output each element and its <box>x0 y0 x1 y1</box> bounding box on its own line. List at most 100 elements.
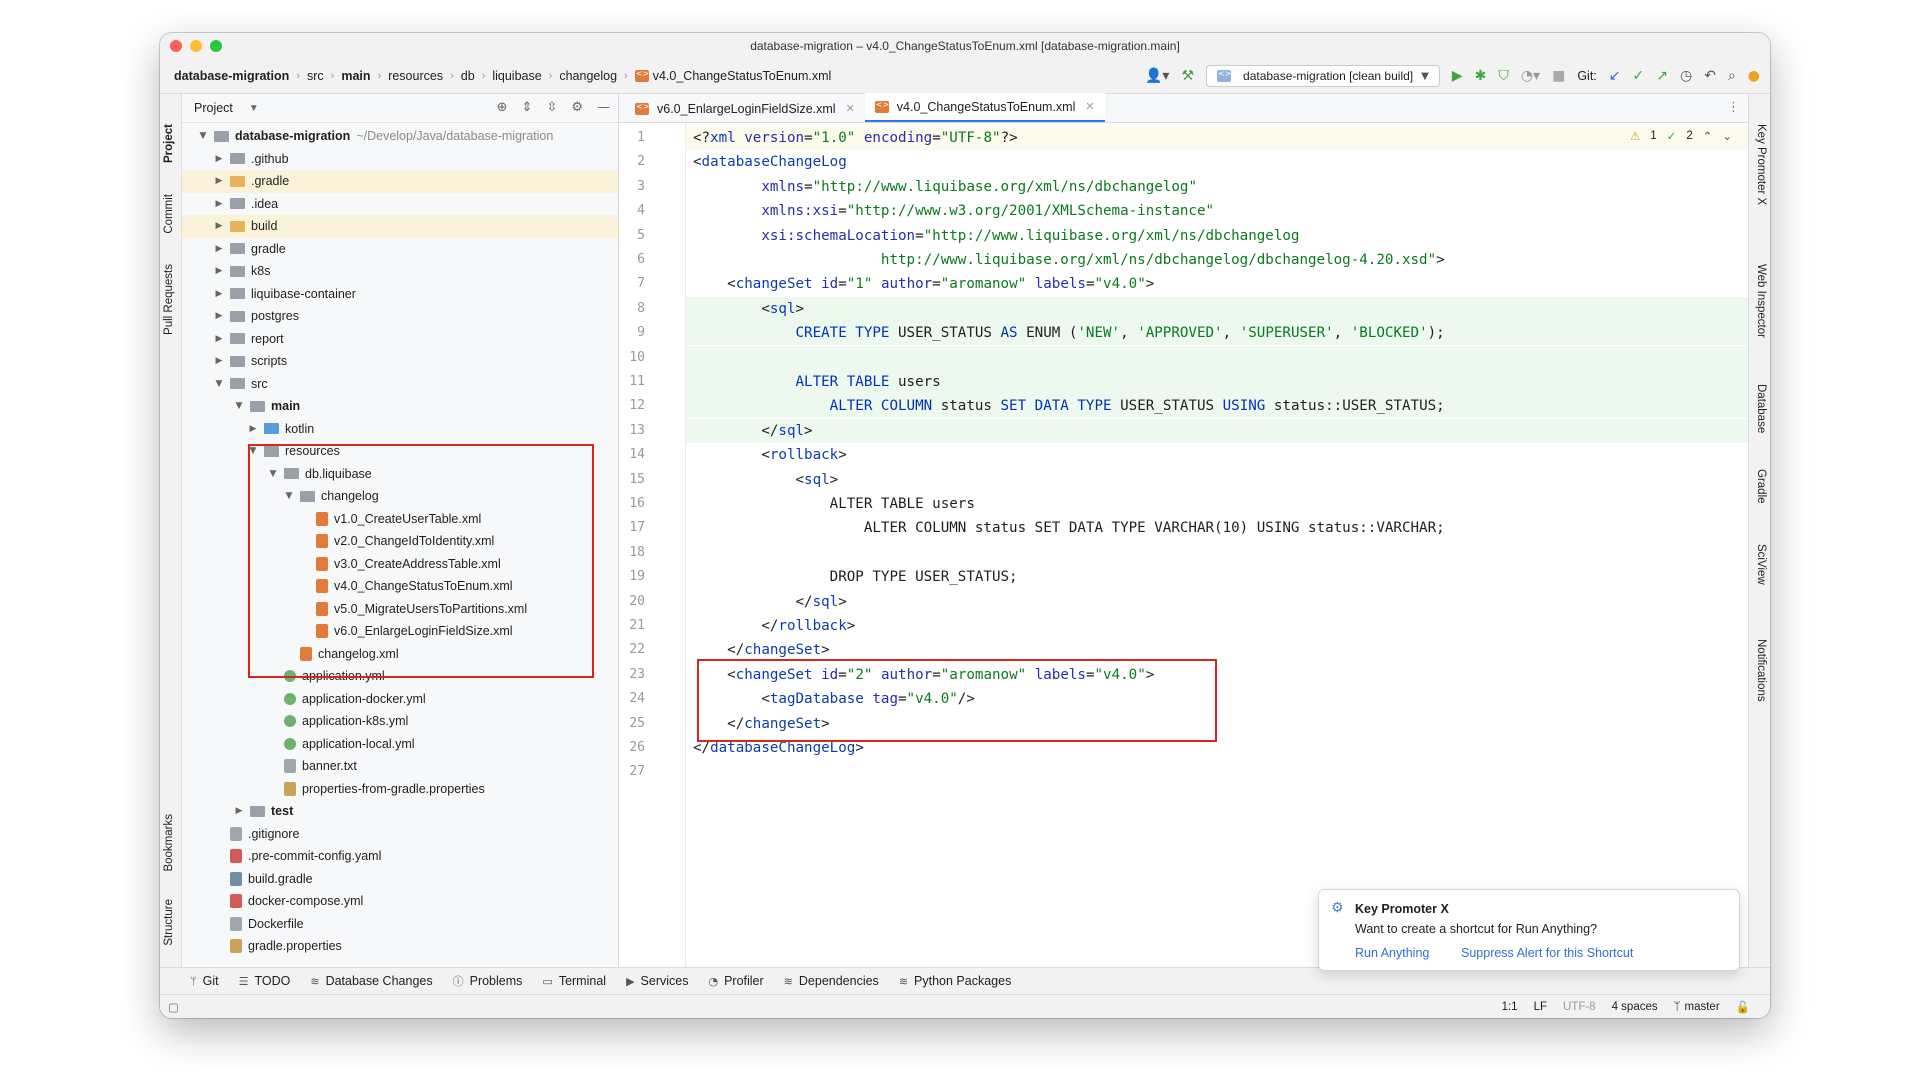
code-line[interactable]: http://www.liquibase.org/xml/ns/dbchange… <box>686 248 1748 272</box>
tree-item[interactable]: application-k8s.yml <box>182 710 618 733</box>
tree-item[interactable]: gradle.properties <box>182 935 618 958</box>
tool-window-sciview[interactable]: SciView <box>1755 544 1767 585</box>
tree-item[interactable]: ▶ .gradle <box>182 170 618 193</box>
code-line[interactable]: <rollback> <box>686 443 1748 467</box>
expand-all-icon[interactable]: ⇕ <box>522 100 533 115</box>
tool-window-notifications[interactable]: Notifications <box>1755 639 1767 702</box>
tree-item[interactable]: Dockerfile <box>182 913 618 936</box>
code-line[interactable]: <changeSet id="2" author="aromanow" labe… <box>686 663 1748 687</box>
code-line[interactable] <box>686 541 1748 565</box>
chevron-down-icon[interactable]: ▼ <box>196 131 210 141</box>
tree-item[interactable]: ▶ report <box>182 328 618 351</box>
code-line[interactable]: </changeSet> <box>686 638 1748 662</box>
history-icon[interactable]: ◷ <box>1680 68 1692 84</box>
chevron-down-icon[interactable]: ▼ <box>232 401 246 411</box>
line-separator[interactable]: LF <box>1534 1001 1547 1013</box>
tree-item[interactable]: v1.0_CreateUserTable.xml <box>182 508 618 531</box>
bottom-tab[interactable]: ▭ Terminal <box>542 974 606 988</box>
debug-icon[interactable]: ✱ <box>1475 68 1487 84</box>
code-line[interactable]: xsi:schemaLocation="http://www.liquibase… <box>686 224 1748 248</box>
tree-item[interactable]: ▼ database-migration ~/Develop/Java/databa… <box>182 125 618 148</box>
breadcrumb-item[interactable]: resources <box>388 69 443 83</box>
tool-window-key-promoter[interactable]: Key Promoter X <box>1755 124 1767 205</box>
tree-item[interactable]: ▶ postgres <box>182 305 618 328</box>
tree-item[interactable]: ▶ gradle <box>182 238 618 261</box>
chevron-right-icon[interactable]: ▶ <box>212 221 226 231</box>
chevron-right-icon[interactable]: ▶ <box>212 289 226 299</box>
tree-item[interactable]: application-docker.yml <box>182 688 618 711</box>
tree-item[interactable]: ▶ scripts <box>182 350 618 373</box>
git-push-icon[interactable]: ↗ <box>1656 68 1668 84</box>
tool-window-project[interactable]: Project <box>163 124 175 163</box>
chevron-down-icon[interactable]: ⌄ <box>1722 129 1732 143</box>
editor-tab[interactable]: v4.0_ChangeStatusToEnum.xml ✕ <box>864 93 1105 122</box>
tree-item[interactable]: ▼ changelog <box>182 485 618 508</box>
suppress-alert-link[interactable]: Suppress Alert for this Shortcut <box>1461 946 1633 960</box>
code-line[interactable]: </sql> <box>686 590 1748 614</box>
tool-window-gradle[interactable]: Gradle <box>1755 469 1767 504</box>
code-line[interactable]: ALTER COLUMN status SET DATA TYPE VARCHA… <box>686 516 1748 540</box>
breadcrumb-item[interactable]: db <box>461 69 475 83</box>
inspection-widget[interactable]: ⚠ 1 ✓ 2 ⌃ ⌄ <box>1630 129 1732 143</box>
bottom-tab[interactable]: ≋ Dependencies <box>784 974 879 988</box>
ide-update-icon[interactable]: ● <box>1748 68 1760 84</box>
chevron-right-icon[interactable]: ▶ <box>212 334 226 344</box>
tree-item[interactable]: changelog.xml <box>182 643 618 666</box>
chevron-right-icon[interactable]: ▶ <box>212 244 226 254</box>
run-icon[interactable]: ▶ <box>1452 68 1463 84</box>
run-configuration-select[interactable]: database-migration [clean build] ▼ <box>1206 65 1440 87</box>
tree-item[interactable]: ▼ db.liquibase <box>182 463 618 486</box>
close-icon[interactable]: ✕ <box>1085 100 1094 113</box>
chevron-up-icon[interactable]: ⌃ <box>1703 129 1713 143</box>
tree-item[interactable]: ▶ .github <box>182 148 618 171</box>
breadcrumb-item[interactable]: changelog <box>559 69 617 83</box>
code-line[interactable]: xmlns:xsi="http://www.w3.org/2001/XMLSch… <box>686 199 1748 223</box>
coverage-icon[interactable]: ⛉ <box>1498 68 1509 84</box>
tree-item[interactable]: v6.0_EnlargeLoginFieldSize.xml <box>182 620 618 643</box>
chevron-right-icon[interactable]: ▶ <box>212 176 226 186</box>
tree-item[interactable]: application.yml <box>182 665 618 688</box>
chevron-right-icon[interactable]: ▶ <box>232 806 246 816</box>
search-icon[interactable]: ⌕ <box>1728 68 1736 84</box>
tree-item[interactable]: ▼ main <box>182 395 618 418</box>
code-line[interactable]: </changeSet> <box>686 712 1748 736</box>
chevron-down-icon[interactable]: ▼ <box>249 103 259 114</box>
tool-window-web-inspector[interactable]: Web Inspector <box>1755 264 1767 338</box>
code-line[interactable]: ALTER TABLE users <box>686 370 1748 394</box>
tree-item[interactable]: .gitignore <box>182 823 618 846</box>
bottom-tab[interactable]: ⓘ Problems <box>453 973 523 989</box>
user-icon[interactable]: 👤▾ <box>1145 68 1169 84</box>
gear-icon[interactable]: ⚙ <box>571 100 583 115</box>
editor-tab[interactable]: v6.0_EnlargeLoginFieldSize.xml ✕ <box>625 95 865 122</box>
profile-icon[interactable]: ◔▾ <box>1521 68 1540 84</box>
git-update-icon[interactable]: ↙ <box>1609 68 1621 84</box>
code-line[interactable]: <?xml version="1.0" encoding="UTF-8"?> <box>686 126 1748 150</box>
bottom-tab[interactable]: ≋ Python Packages <box>899 974 1012 988</box>
rollback-icon[interactable]: ↶ <box>1704 68 1716 84</box>
code-line[interactable]: ALTER COLUMN status SET DATA TYPE USER_S… <box>686 394 1748 419</box>
tree-item[interactable]: ▶ k8s <box>182 260 618 283</box>
tree-item[interactable]: banner.txt <box>182 755 618 778</box>
chevron-down-icon[interactable]: ▼ <box>266 469 280 479</box>
code-line[interactable]: <databaseChangeLog <box>686 150 1748 174</box>
tree-item[interactable]: docker-compose.yml <box>182 890 618 913</box>
tool-window-commit[interactable]: Commit <box>163 194 175 234</box>
breadcrumb-item[interactable]: v4.0_ChangeStatusToEnum.xml <box>653 69 832 83</box>
code-line[interactable] <box>686 760 1748 784</box>
code-line[interactable] <box>686 345 1748 370</box>
hide-icon[interactable]: — <box>597 100 610 115</box>
code-line[interactable]: <changeSet id="1" author="aromanow" labe… <box>686 272 1748 296</box>
chevron-down-icon[interactable]: ▼ <box>282 491 296 501</box>
file-encoding[interactable]: UTF-8 <box>1563 1001 1596 1013</box>
indent-setting[interactable]: 4 spaces <box>1612 1001 1658 1013</box>
code-line[interactable]: </sql> <box>686 418 1748 443</box>
tool-window-database[interactable]: Database <box>1755 384 1767 433</box>
tree-item[interactable]: .pre-commit-config.yaml <box>182 845 618 868</box>
breadcrumb-item[interactable]: main <box>341 69 370 83</box>
tree-item[interactable]: v2.0_ChangeIdToIdentity.xml <box>182 530 618 553</box>
tree-item[interactable]: v5.0_MigrateUsersToPartitions.xml <box>182 598 618 621</box>
code-line[interactable]: xmlns="http://www.liquibase.org/xml/ns/d… <box>686 175 1748 199</box>
code-line[interactable]: <sql> <box>686 468 1748 492</box>
tool-window-structure[interactable]: Structure <box>163 899 175 946</box>
bottom-tab[interactable]: ▶ Services <box>626 974 688 988</box>
